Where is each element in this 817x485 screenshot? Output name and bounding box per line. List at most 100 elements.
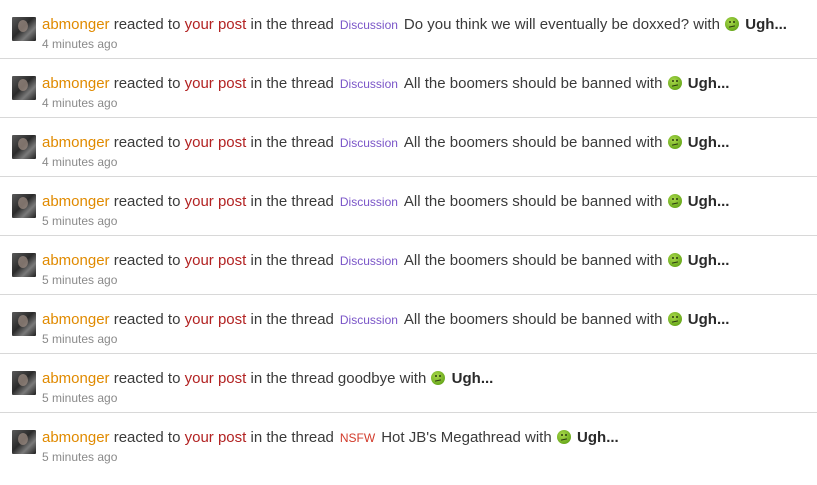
thread-title-link[interactable]: Hot JB's Megathread (381, 429, 521, 446)
alert-time: 5 minutes ago (42, 450, 118, 464)
user-avatar[interactable] (12, 430, 36, 454)
your-post-link[interactable]: your post (185, 134, 247, 151)
reacted-text: reacted to (113, 75, 181, 92)
alert-text: abmonger reacted to your post in the thr… (42, 193, 729, 211)
reacted-text: reacted to (113, 16, 181, 33)
your-post-link[interactable]: your post (185, 429, 247, 446)
username-link[interactable]: abmonger (42, 75, 110, 92)
alert-item: abmonger reacted to your post in the thr… (0, 413, 817, 472)
ugh-emoji-icon (667, 135, 682, 149)
username-link[interactable]: abmonger (42, 193, 110, 210)
thread-title-link[interactable]: All the boomers should be banned (404, 252, 632, 269)
reaction-name: Ugh... (687, 75, 730, 92)
alert-item: abmonger reacted to your post in the thr… (0, 59, 817, 118)
reacted-text: reacted to (113, 429, 181, 446)
alert-text: abmonger reacted to your post in the thr… (42, 16, 787, 34)
in-thread-text: in the thread (250, 134, 334, 151)
reaction-name: Ugh... (687, 193, 730, 210)
in-thread-text: in the thread (250, 193, 334, 210)
user-avatar[interactable] (12, 312, 36, 336)
alert-time: 5 minutes ago (42, 332, 118, 346)
user-avatar[interactable] (12, 76, 36, 100)
thread-prefix-label[interactable]: Discussion (340, 136, 398, 150)
your-post-link[interactable]: your post (185, 252, 247, 269)
reacted-text: reacted to (113, 134, 181, 151)
username-link[interactable]: abmonger (42, 429, 110, 446)
in-thread-text: in the thread (250, 75, 334, 92)
ugh-emoji-icon (667, 76, 682, 90)
in-thread-text: in the thread (250, 16, 334, 33)
alert-item: abmonger reacted to your post in the thr… (0, 118, 817, 177)
thread-title-link[interactable]: All the boomers should be banned (404, 75, 632, 92)
thread-prefix-label[interactable]: Discussion (340, 18, 398, 32)
user-avatar[interactable] (12, 17, 36, 41)
username-link[interactable]: abmonger (42, 134, 110, 151)
alert-item: abmonger reacted to your post in the thr… (0, 177, 817, 236)
with-text: with (635, 252, 663, 269)
thread-title-link[interactable]: Do you think we will eventually be doxxe… (404, 16, 689, 33)
ugh-emoji-icon (667, 312, 682, 326)
username-link[interactable]: abmonger (42, 370, 110, 387)
ugh-emoji-icon (431, 371, 446, 385)
with-text: with (525, 429, 552, 446)
reaction-name: Ugh... (687, 252, 730, 269)
with-text: with (635, 75, 663, 92)
with-text: with (635, 134, 663, 151)
thread-title-link[interactable]: All the boomers should be banned (404, 311, 632, 328)
thread-prefix-label[interactable]: Discussion (340, 195, 398, 209)
reacted-text: reacted to (113, 370, 181, 387)
thread-prefix-label[interactable]: Discussion (340, 254, 398, 268)
your-post-link[interactable]: your post (185, 311, 247, 328)
your-post-link[interactable]: your post (185, 16, 247, 33)
username-link[interactable]: abmonger (42, 16, 110, 33)
in-thread-text: in the thread (250, 429, 334, 446)
user-avatar[interactable] (12, 135, 36, 159)
user-avatar[interactable] (12, 253, 36, 277)
reaction-name: Ugh... (687, 311, 730, 328)
alert-text: abmonger reacted to your post in the thr… (42, 134, 729, 152)
alert-text: abmonger reacted to your post in the thr… (42, 370, 493, 388)
thread-prefix-label[interactable]: Discussion (340, 313, 398, 327)
alert-text: abmonger reacted to your post in the thr… (42, 252, 729, 270)
thread-title-link[interactable]: All the boomers should be banned (404, 193, 632, 210)
your-post-link[interactable]: your post (185, 75, 247, 92)
ugh-emoji-icon (667, 253, 682, 267)
thread-prefix-label[interactable]: Discussion (340, 77, 398, 91)
reaction-name: Ugh... (745, 16, 787, 33)
reacted-text: reacted to (113, 311, 181, 328)
alert-time: 5 minutes ago (42, 214, 118, 228)
your-post-link[interactable]: your post (185, 370, 247, 387)
user-avatar[interactable] (12, 371, 36, 395)
ugh-emoji-icon (556, 430, 571, 444)
user-avatar[interactable] (12, 194, 36, 218)
alert-time: 4 minutes ago (42, 37, 118, 51)
reacted-text: reacted to (113, 193, 181, 210)
alert-text: abmonger reacted to your post in the thr… (42, 311, 729, 329)
reaction-name: Ugh... (687, 134, 730, 151)
alert-time: 5 minutes ago (42, 273, 118, 287)
in-thread-text: in the thread (250, 311, 334, 328)
with-text: with (399, 370, 427, 387)
alert-time: 4 minutes ago (42, 96, 118, 110)
with-text: with (635, 311, 663, 328)
alert-time: 5 minutes ago (42, 391, 118, 405)
username-link[interactable]: abmonger (42, 311, 110, 328)
with-text: with (635, 193, 663, 210)
ugh-emoji-icon (725, 17, 740, 31)
your-post-link[interactable]: your post (185, 193, 247, 210)
alert-text: abmonger reacted to your post in the thr… (42, 75, 729, 93)
alert-text: abmonger reacted to your post in the thr… (42, 429, 619, 447)
thread-title-link[interactable]: All the boomers should be banned (404, 134, 632, 151)
alert-item: abmonger reacted to your post in the thr… (0, 236, 817, 295)
reaction-name: Ugh... (451, 370, 494, 387)
reacted-text: reacted to (113, 252, 181, 269)
in-thread-text: in the thread (250, 252, 334, 269)
thread-title-link[interactable]: goodbye (338, 370, 396, 387)
with-text: with (693, 16, 720, 33)
thread-prefix-label[interactable]: NSFW (340, 431, 375, 445)
username-link[interactable]: abmonger (42, 252, 110, 269)
ugh-emoji-icon (667, 194, 682, 208)
alert-item: abmonger reacted to your post in the thr… (0, 354, 817, 413)
in-thread-text: in the thread (250, 370, 334, 387)
alert-item: abmonger reacted to your post in the thr… (0, 295, 817, 354)
